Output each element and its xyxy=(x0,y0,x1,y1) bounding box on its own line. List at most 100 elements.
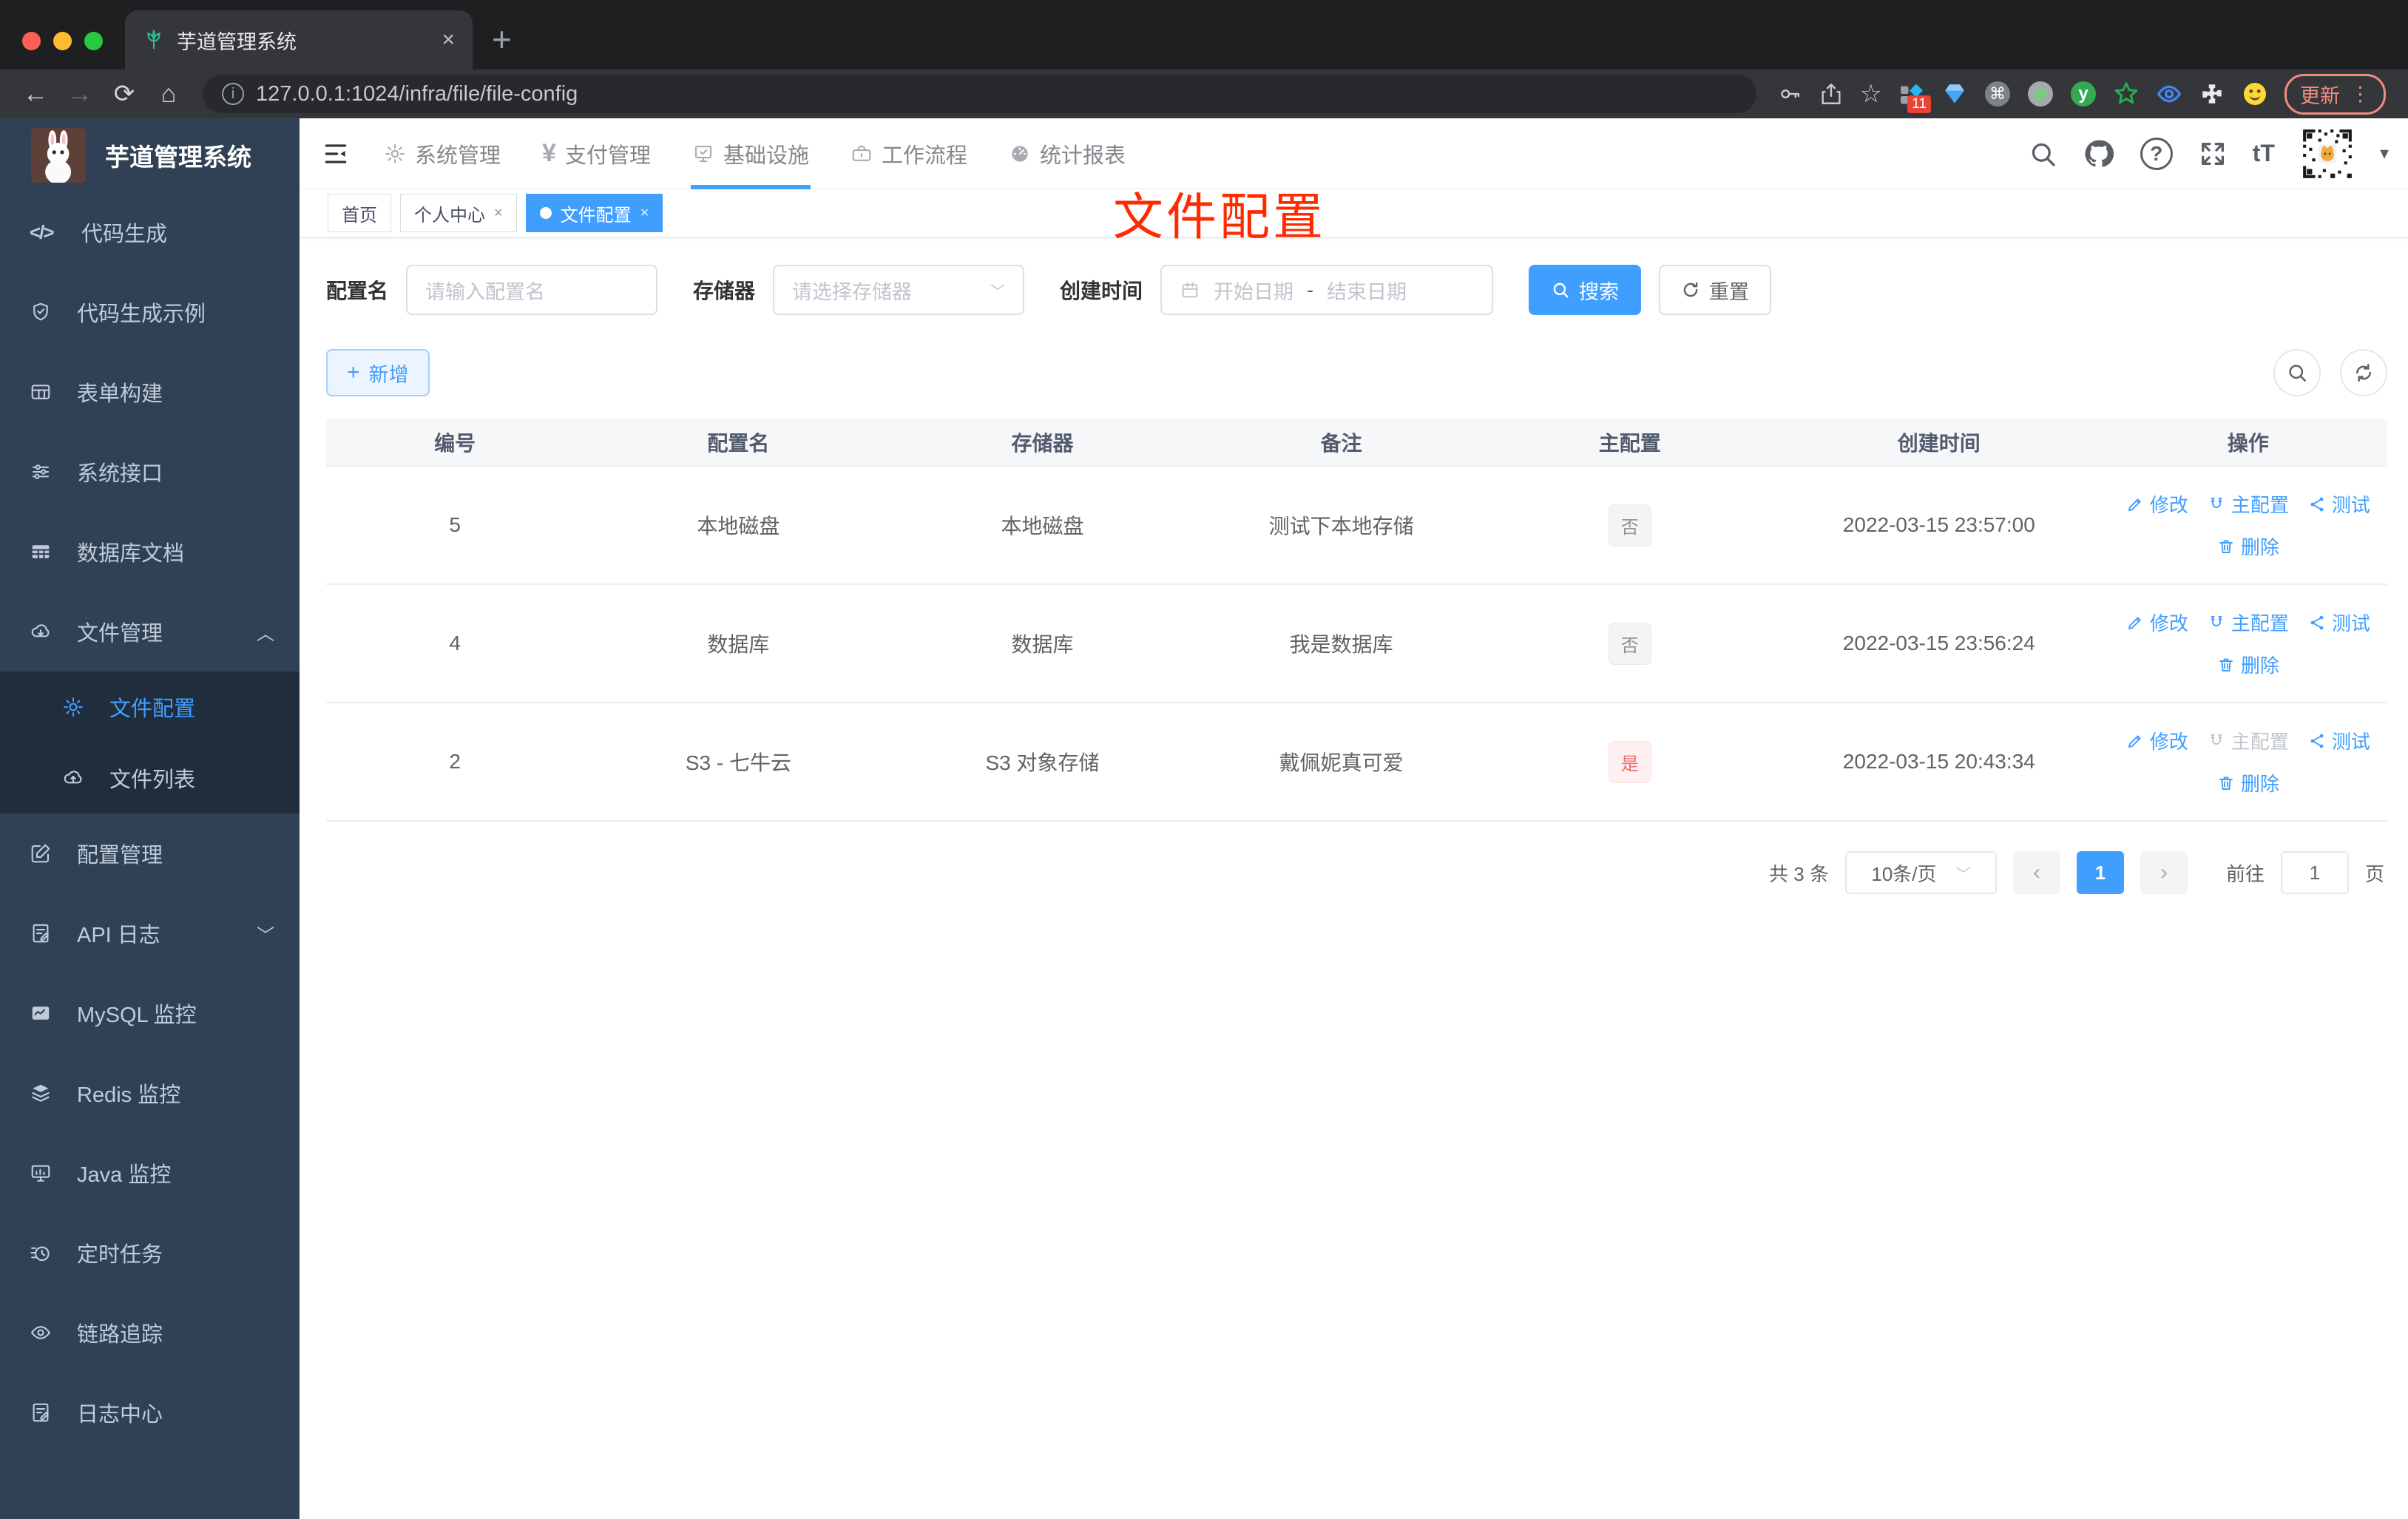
sidebar-item-file-config[interactable]: 文件配置 xyxy=(0,671,300,742)
master-config-link[interactable]: 主配置 xyxy=(2208,490,2289,518)
new-tab-button[interactable]: + xyxy=(473,22,534,70)
share-icon[interactable] xyxy=(1819,81,1844,106)
back-button[interactable]: ← xyxy=(15,81,56,106)
create-time-label: 创建时间 xyxy=(1060,280,1143,302)
sliders-icon xyxy=(32,464,50,479)
collapse-sidebar-icon[interactable] xyxy=(322,140,350,168)
sidebar-item-mysql-monitor[interactable]: MySQL 监控 xyxy=(0,973,300,1053)
sidebar-item-system-api[interactable]: 系统接口 xyxy=(0,432,300,512)
delete-link[interactable]: 删除 xyxy=(2217,532,2279,560)
sidebar-item-api-log[interactable]: API 日志 ﹀ xyxy=(0,893,300,973)
sidebar-item-log-center[interactable]: 日志中心 xyxy=(0,1373,300,1452)
sidebar-item-form-builder[interactable]: 表单构建 xyxy=(0,352,300,432)
storage-select[interactable]: 请选择存储器 ﹀ xyxy=(773,265,1025,315)
extension-record-icon[interactable] xyxy=(2027,81,2054,107)
app-title: 芋道管理系统 xyxy=(105,143,251,171)
avatar-caret-icon[interactable]: ▾ xyxy=(2380,143,2389,164)
sidebar-item-code-gen[interactable]: </> 代码生成 xyxy=(0,192,300,272)
col-master: 主配置 xyxy=(1490,419,1769,467)
show-search-button[interactable] xyxy=(2273,349,2321,396)
sidebar-item-config-mgmt[interactable]: 配置管理 xyxy=(0,813,300,893)
date-end-placeholder: 结束日期 xyxy=(1327,280,1407,303)
magnet-icon xyxy=(2211,734,2222,745)
reload-button[interactable]: ⟳ xyxy=(104,81,145,106)
extension-command-icon[interactable]: ⌘ xyxy=(1984,81,2011,107)
search-icon[interactable] xyxy=(2028,139,2057,169)
top-nav-payment[interactable]: ¥ 支付管理 xyxy=(521,118,672,189)
home-button[interactable]: ⌂ xyxy=(148,81,189,106)
url-bar[interactable]: i 127.0.0.1:1024/infra/file/file-config xyxy=(203,75,1756,113)
site-info-icon[interactable]: i xyxy=(222,83,244,105)
fullscreen-icon[interactable] xyxy=(2198,139,2228,169)
current-page[interactable]: 1 xyxy=(2076,851,2124,894)
top-nav-report[interactable]: 统计报表 xyxy=(988,118,1146,189)
trash-icon xyxy=(2219,658,2233,671)
github-icon[interactable] xyxy=(2083,138,2115,170)
date-range-picker[interactable]: 开始日期 - 结束日期 xyxy=(1160,265,1494,315)
tab-title: 芋道管理系统 xyxy=(177,30,297,53)
delete-link[interactable]: 删除 xyxy=(2217,651,2279,678)
refresh-table-button[interactable] xyxy=(2340,349,2387,396)
extension-puzzle-icon[interactable] xyxy=(2199,81,2225,107)
extension-emoji-icon[interactable] xyxy=(2242,81,2268,107)
sidebar-item-redis-monitor[interactable]: Redis 监控 xyxy=(0,1053,300,1133)
edit-link[interactable]: 修改 xyxy=(2126,490,2188,518)
edit-link[interactable]: 修改 xyxy=(2126,727,2188,754)
extension-gem-icon[interactable] xyxy=(1941,81,1968,107)
maximize-window-button[interactable] xyxy=(84,32,103,50)
top-nav-workflow[interactable]: 工作流程 xyxy=(830,118,988,189)
font-size-icon[interactable]: tT xyxy=(2253,140,2275,167)
test-link[interactable]: 测试 xyxy=(2308,609,2370,636)
delete-link[interactable]: 删除 xyxy=(2217,769,2279,796)
extension-star-icon[interactable] xyxy=(2113,81,2140,107)
browser-update-button[interactable]: 更新 ⋮ xyxy=(2284,73,2386,115)
config-name-input[interactable]: 请输入配置名 xyxy=(406,265,658,315)
edit-link[interactable]: 修改 xyxy=(2126,609,2188,636)
sidebar-item-file-mgmt[interactable]: 文件管理 ︿ xyxy=(0,592,300,671)
extension-grid-diamond-icon[interactable]: 11 xyxy=(1898,81,1931,113)
tag-profile[interactable]: 个人中心 × xyxy=(400,194,517,232)
close-icon[interactable]: × xyxy=(494,205,503,222)
extension-eye-icon[interactable] xyxy=(2156,81,2182,107)
tab-close-icon[interactable]: × xyxy=(442,27,455,53)
close-icon[interactable]: × xyxy=(640,205,649,222)
test-link[interactable]: 测试 xyxy=(2308,727,2370,754)
plus-icon: + xyxy=(347,360,360,385)
share-nodes-icon xyxy=(2310,615,2324,629)
master-tag: 否 xyxy=(1608,622,1651,665)
password-key-icon[interactable] xyxy=(1777,81,1802,106)
app-logo-row[interactable]: 芋道管理系统 xyxy=(0,118,300,192)
add-button[interactable]: + 新增 xyxy=(326,349,430,396)
tag-file-config[interactable]: 文件配置 × xyxy=(525,194,663,232)
edit-square-icon xyxy=(31,844,50,863)
sidebar-item-code-demo[interactable]: 代码生成示例 xyxy=(0,272,300,352)
header-actions: ? tT ▾ xyxy=(2028,126,2389,181)
avatar[interactable] xyxy=(2299,126,2355,181)
sidebar-item-java-monitor[interactable]: Java 监控 xyxy=(0,1133,300,1213)
next-page-button[interactable]: › xyxy=(2140,851,2188,894)
reset-button[interactable]: 重置 xyxy=(1659,265,1772,315)
browser-menu-kebab-icon[interactable]: ⋮ xyxy=(2350,83,2370,106)
browser-tab[interactable]: 芋道管理系统 × xyxy=(125,10,473,70)
search-button[interactable]: 搜索 xyxy=(1529,265,1642,315)
forward-button[interactable]: → xyxy=(59,81,101,106)
sidebar-item-file-list[interactable]: 文件列表 xyxy=(0,742,300,813)
prev-page-button[interactable]: ‹ xyxy=(2012,851,2060,894)
minimize-window-button[interactable] xyxy=(53,32,72,50)
goto-page-input[interactable] xyxy=(2280,851,2349,894)
close-window-button[interactable] xyxy=(22,32,41,50)
sidebar-item-db-doc[interactable]: 数据库文档 xyxy=(0,512,300,592)
bookmark-star-icon[interactable]: ☆ xyxy=(1860,79,1882,109)
master-config-link[interactable]: 主配置 xyxy=(2208,609,2289,636)
sidebar-item-cron-job[interactable]: 定时任务 xyxy=(0,1213,300,1293)
table-row: 5 本地磁盘 本地磁盘 测试下本地存储 否 2022-03-15 23:57:0… xyxy=(326,466,2387,585)
tag-home[interactable]: 首页 xyxy=(328,194,391,232)
gear-icon xyxy=(385,143,405,163)
extension-y-icon[interactable]: y xyxy=(2070,81,2097,107)
top-nav-infra[interactable]: 基础设施 xyxy=(672,118,830,189)
page-size-select[interactable]: 10条/页 ﹀ xyxy=(1844,851,1997,894)
help-icon[interactable]: ? xyxy=(2140,137,2173,170)
sidebar-item-tracing[interactable]: 链路追踪 xyxy=(0,1293,300,1373)
test-link[interactable]: 测试 xyxy=(2308,490,2370,518)
top-nav-system[interactable]: 系统管理 xyxy=(363,118,521,189)
